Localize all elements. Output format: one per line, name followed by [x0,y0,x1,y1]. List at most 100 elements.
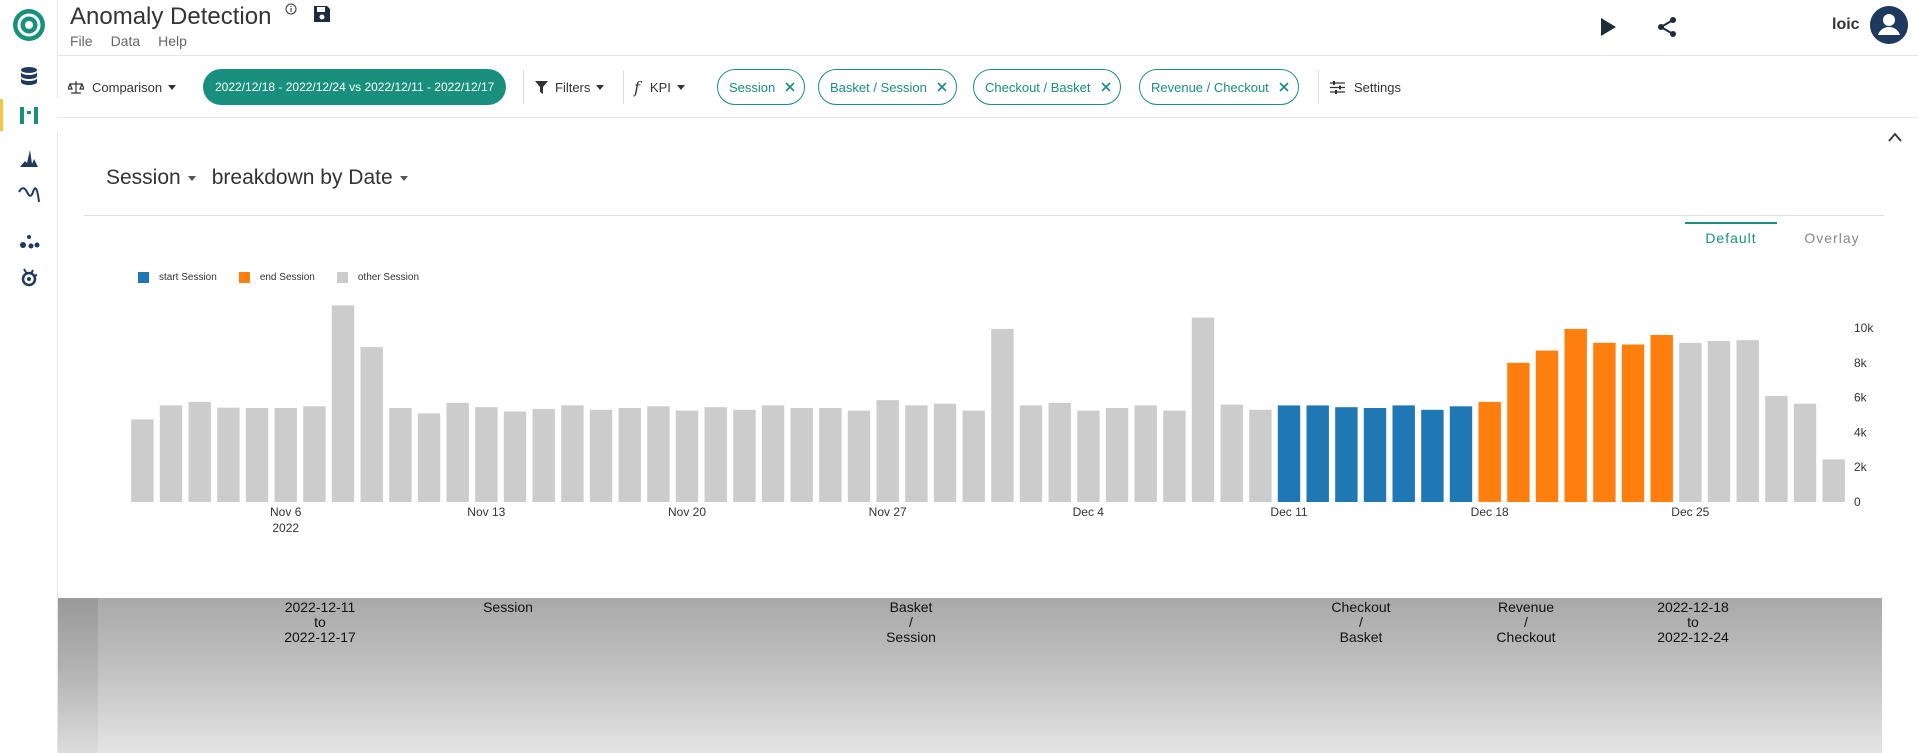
bar-31[interactable] [1019,405,1043,502]
close-icon[interactable] [784,81,796,93]
save-icon[interactable] [312,4,332,24]
bar-4[interactable] [245,408,269,502]
bar-12[interactable] [475,407,498,502]
info-icon[interactable] [285,3,297,15]
nav-data-icon[interactable] [0,58,58,94]
bar-21[interactable] [733,409,756,502]
bar-20[interactable] [704,407,727,502]
bar-47[interactable] [1478,401,1501,502]
bar-8[interactable] [360,347,383,502]
nav-scatter-icon[interactable] [0,222,58,258]
bar-6[interactable] [303,406,326,502]
nav-trend-icon[interactable] [0,176,58,212]
bar-5[interactable] [274,408,297,502]
bar-40[interactable] [1277,405,1301,502]
bar-17[interactable] [618,408,641,502]
bar-55[interactable] [1707,341,1731,502]
bar-56[interactable] [1736,340,1759,502]
bar-50[interactable] [1564,328,1587,502]
comparison-dropdown[interactable]: Comparison [68,56,177,118]
bar-58[interactable] [1793,403,1817,502]
nav-anomaly-icon[interactable] [0,260,58,296]
bar-59[interactable] [1822,459,1845,502]
bar-51[interactable] [1593,342,1616,502]
bar-2[interactable] [188,401,211,502]
username[interactable]: loic [1832,16,1860,34]
bar-43[interactable] [1363,408,1387,502]
bar-53[interactable] [1650,335,1673,502]
close-icon[interactable] [1100,81,1112,93]
bar-49[interactable] [1535,350,1559,502]
bar-11[interactable] [446,402,469,502]
settings-sliders-icon [1330,80,1345,94]
left-nav-rail [0,0,58,753]
menu-file[interactable]: File [70,33,93,49]
kpi-dropdown[interactable]: f KPI [634,56,685,118]
toolbar: Comparison 2022/12/18 - 2022/12/24 vs 20… [58,56,1918,118]
bar-0[interactable] [131,419,154,502]
close-icon[interactable] [1278,81,1290,93]
bar-29[interactable] [962,410,985,502]
table-header-current-range: 2022-12-18 to 2022-12-24 [1657,599,1729,645]
bar-57[interactable] [1765,395,1788,502]
nav-distribution-icon[interactable] [0,140,58,176]
kpi-label: KPI [649,79,671,95]
filters-dropdown[interactable]: Filters [535,56,605,118]
bar-14[interactable] [532,408,555,502]
bar-30[interactable] [991,328,1014,502]
kpi-chip-checkout-basket[interactable]: Checkout / Basket [973,69,1121,105]
menu-data[interactable]: Data [111,33,141,49]
bar-45[interactable] [1421,409,1444,502]
bar-24[interactable] [819,408,842,502]
share-icon[interactable] [1656,16,1678,38]
bar-13[interactable] [503,411,527,503]
bar-38[interactable] [1220,404,1243,502]
app-title: Anomaly Detection [70,3,272,30]
play-icon[interactable] [1598,16,1618,38]
user-avatar-icon[interactable] [1870,6,1908,44]
bar-39[interactable] [1249,409,1272,502]
bar-16[interactable] [589,409,613,502]
bar-54[interactable] [1679,342,1702,502]
bar-22[interactable] [761,405,785,502]
bar-41[interactable] [1306,405,1329,502]
function-icon: f [634,77,640,97]
bar-15[interactable] [561,405,584,502]
bar-27[interactable] [905,405,928,502]
bar-36[interactable] [1163,410,1186,502]
y-tick-label: 2k [1854,460,1868,474]
bar-9[interactable] [389,408,412,502]
bar-44[interactable] [1392,405,1415,502]
bar-32[interactable] [1048,402,1071,502]
bar-33[interactable] [1077,410,1100,502]
bar-1[interactable] [159,405,183,502]
bar-26[interactable] [876,400,899,502]
bar-19[interactable] [675,410,699,502]
kpi-chip-basket-session[interactable]: Basket / Session [818,69,957,105]
settings-button[interactable]: Settings [1330,56,1401,118]
bar-34[interactable] [1105,408,1129,502]
y-tick-label: 10k [1854,321,1874,335]
menu-help[interactable]: Help [158,33,187,49]
bar-25[interactable] [847,410,871,502]
bar-37[interactable] [1191,317,1215,502]
bar-42[interactable] [1335,407,1358,502]
bar-10[interactable] [417,413,441,502]
bar-18[interactable] [647,406,670,502]
bar-35[interactable] [1134,405,1157,502]
kpi-chip-revenue-checkout[interactable]: Revenue / Checkout [1139,69,1299,105]
nav-comparison-icon[interactable] [0,97,58,133]
bar-3[interactable] [217,407,240,502]
bar-52[interactable] [1621,344,1645,503]
app-logo-icon[interactable] [12,8,46,42]
bar-28[interactable] [933,403,957,502]
bar-48[interactable] [1507,362,1530,502]
bar-7[interactable] [331,305,355,502]
comparison-label: Comparison [92,79,163,95]
y-tick-label: 6k [1854,391,1868,405]
date-range-pill[interactable]: 2022/12/18 - 2022/12/24 vs 2022/12/11 - … [203,69,507,105]
bar-46[interactable] [1449,406,1473,502]
close-icon[interactable] [936,81,948,93]
kpi-chip-session[interactable]: Session [717,69,806,105]
bar-23[interactable] [790,408,813,502]
